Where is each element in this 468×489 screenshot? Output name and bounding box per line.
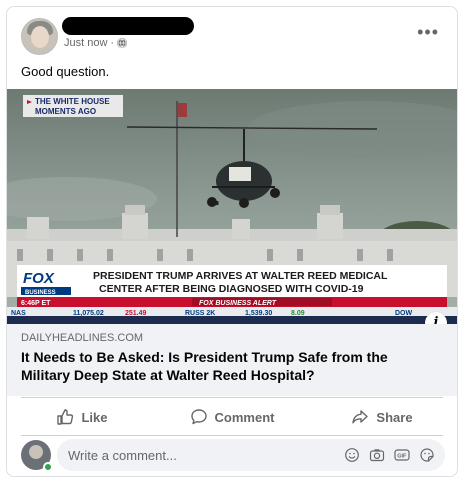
globe-icon xyxy=(117,38,128,48)
ticker-value-1: 1,539.30 xyxy=(245,310,272,317)
ticker-value-0: 11,075.02 xyxy=(73,310,104,317)
divider-top xyxy=(21,397,443,398)
headline-line2: CENTER AFTER BEING DIAGNOSED WITH COVID-… xyxy=(99,283,364,295)
post-header: Just now · ••• xyxy=(7,7,457,63)
comment-icon xyxy=(190,409,207,425)
alert-banner: FOX BUSINESS ALERT xyxy=(199,300,277,307)
comment-label: Comment xyxy=(214,409,275,425)
corner-tag-line1: THE WHITE HOUSE xyxy=(35,97,110,106)
author-avatar[interactable] xyxy=(21,18,58,55)
share-button[interactable]: Share xyxy=(307,399,457,435)
comment-button[interactable]: Comment xyxy=(157,399,307,435)
post-video-thumbnail[interactable]: THE WHITE HOUSE MOMENTS AGO FOX BUSINESS… xyxy=(7,89,457,324)
post-text: Good question. xyxy=(21,64,110,79)
post-actions: Like Comment Share xyxy=(7,399,457,435)
comment-tools: GIF xyxy=(344,447,435,463)
like-button[interactable]: Like xyxy=(7,399,157,435)
post-meta: Just now · xyxy=(64,37,128,49)
fox-logo-business: BUSINESS xyxy=(25,290,56,296)
headline-line1: PRESIDENT TRUMP ARRIVES AT WALTER REED M… xyxy=(93,270,388,282)
ticker-symbol-0: NAS xyxy=(11,310,26,317)
post-timestamp[interactable]: Just now xyxy=(64,37,107,49)
meta-separator: · xyxy=(110,37,115,49)
link-domain: DAILYHEADLINES.COM xyxy=(21,332,144,344)
fox-logo: FOX xyxy=(23,270,55,287)
link-preview[interactable]: DAILYHEADLINES.COM It Needs to Be Asked:… xyxy=(7,324,457,396)
share-icon xyxy=(352,410,369,424)
like-label: Like xyxy=(81,409,108,425)
more-horizontal-icon[interactable]: ••• xyxy=(417,23,439,41)
emoji-icon[interactable] xyxy=(344,447,360,463)
author-name-redacted xyxy=(62,17,194,35)
sticker-icon[interactable] xyxy=(419,447,435,463)
corner-tag-line2: MOMENTS AGO xyxy=(35,107,96,116)
online-status-icon xyxy=(43,462,53,472)
ticker-symbol-1: RUSS 2K xyxy=(185,310,215,317)
broadcast-time: 6:46P ET xyxy=(21,300,51,307)
share-label: Share xyxy=(376,409,413,425)
ticker-change-1: 8.09 xyxy=(291,310,305,317)
gif-icon[interactable]: GIF xyxy=(394,447,410,463)
camera-icon[interactable] xyxy=(369,447,385,463)
post-card: Just now · ••• Good question. THE WHITE … xyxy=(6,6,458,477)
svg-text:GIF: GIF xyxy=(397,454,407,460)
ticker-change-0: 251.49 xyxy=(125,310,147,317)
like-icon xyxy=(57,409,74,425)
ticker-symbol-2: DOW xyxy=(395,310,413,317)
comment-composer: GIF xyxy=(7,436,457,476)
link-title: It Needs to Be Asked: Is President Trump… xyxy=(21,349,388,383)
